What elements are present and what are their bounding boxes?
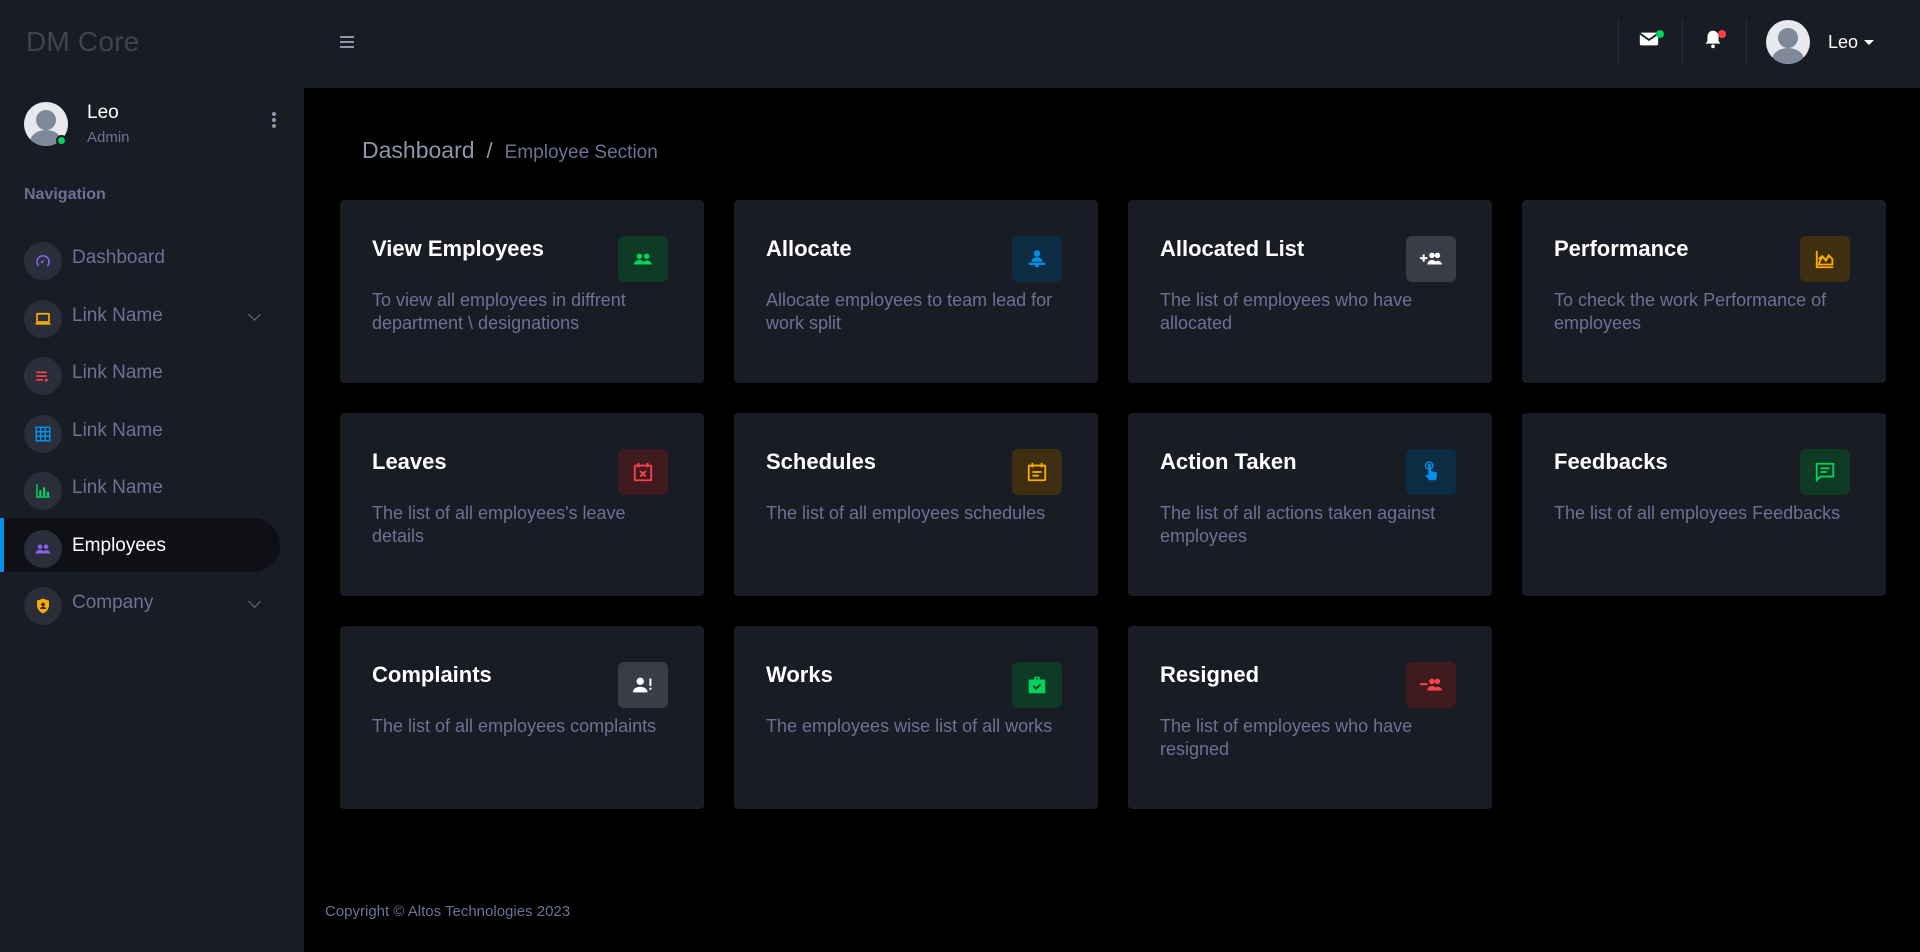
- card-title: Complaints: [372, 662, 492, 687]
- card-performance[interactable]: Performance To check the work Performanc…: [1522, 200, 1886, 383]
- chevron-down-icon: [248, 595, 261, 608]
- card-view-employees[interactable]: View Employees To view all employees in …: [340, 200, 704, 383]
- top-navbar: Leo: [304, 0, 1920, 88]
- sidebar-item-link-1[interactable]: Link Name: [0, 288, 280, 342]
- card-title: Schedules: [766, 449, 877, 474]
- mail-notification-dot: [1656, 30, 1664, 38]
- divider: [1682, 20, 1683, 66]
- card-allocated-list[interactable]: Allocated List The list of employees who…: [1128, 200, 1492, 383]
- sidebar-profile: Leo Admin: [24, 102, 280, 150]
- bell-notification-dot: [1718, 30, 1726, 38]
- users-icon: [24, 530, 62, 568]
- breadcrumb: Dashboard / Employee Section: [362, 137, 658, 164]
- card-title: Feedbacks: [1554, 449, 1668, 474]
- card-allocate[interactable]: Allocate Allocate employees to team lead…: [734, 200, 1098, 383]
- calendar-remove-icon: [618, 449, 668, 495]
- sidebar-item-label: Employees: [72, 535, 166, 556]
- active-indicator: [0, 518, 4, 572]
- card-title: Resigned: [1160, 662, 1260, 687]
- card-description: To check the work Performance of employe…: [1554, 290, 1827, 333]
- card-description: The list of employees who have allocated: [1160, 290, 1413, 333]
- sidebar-item-label: Company: [72, 592, 154, 613]
- card-description: The list of all employees complaints: [372, 716, 657, 736]
- sidebar-item-dashboard[interactable]: Dashboard: [0, 230, 280, 284]
- sidebar-item-link-3[interactable]: Link Name: [0, 403, 280, 457]
- caret-down-icon[interactable]: [1864, 40, 1874, 45]
- card-description: The list of all employees's leave detail…: [372, 503, 626, 546]
- card-title: Allocate: [766, 236, 852, 261]
- user-desk-icon: [1012, 236, 1062, 282]
- card-title: Allocated List: [1160, 236, 1305, 261]
- table-icon: [24, 415, 62, 453]
- sidebar-item-label: Dashboard: [72, 247, 165, 268]
- profile-name: Leo: [87, 102, 119, 123]
- card-action-taken[interactable]: Action Taken The list of all actions tak…: [1128, 413, 1492, 596]
- breadcrumb-separator: /: [486, 138, 493, 163]
- sidebar-item-link-4[interactable]: Link Name: [0, 460, 280, 514]
- card-description: The list of all employees Feedbacks: [1554, 503, 1841, 523]
- card-description: The list of all actions taken against em…: [1160, 503, 1436, 546]
- online-status-dot: [56, 135, 67, 146]
- card-leaves[interactable]: Leaves The list of all employees's leave…: [340, 413, 704, 596]
- laptop-icon: [24, 300, 62, 338]
- breadcrumb-home[interactable]: Dashboard: [362, 137, 475, 164]
- briefcase-check-icon: [1012, 662, 1062, 708]
- card-resigned[interactable]: Resigned The list of employees who have …: [1128, 626, 1492, 809]
- card-description: Allocate employees to team lead for work…: [766, 290, 1053, 333]
- card-title: View Employees: [372, 236, 545, 261]
- divider: [1746, 20, 1747, 66]
- card-feedbacks[interactable]: Feedbacks The list of all employees Feed…: [1522, 413, 1886, 596]
- speedometer-icon: [24, 242, 62, 280]
- playlist-icon: [24, 357, 62, 395]
- user-add-icon: [1406, 236, 1456, 282]
- chevron-down-icon: [248, 308, 261, 321]
- hand-pointer-icon: [1406, 449, 1456, 495]
- divider: [1618, 20, 1619, 66]
- user-avatar[interactable]: [1766, 20, 1810, 64]
- footer-copyright: Copyright © Altos Technologies 2023: [325, 903, 571, 920]
- brand-logo[interactable]: DM Core: [26, 26, 139, 58]
- sidebar-item-label: Link Name: [72, 477, 163, 498]
- sidebar-item-label: Link Name: [72, 362, 163, 383]
- sidebar: DM Core Leo Admin Navigation Dashboard L…: [0, 0, 304, 952]
- card-description: To view all employees in diffrent depart…: [372, 290, 626, 333]
- nav-heading: Navigation: [24, 186, 106, 203]
- sidebar-item-employees[interactable]: Employees: [0, 518, 280, 572]
- sidebar-item-label: Link Name: [72, 420, 163, 441]
- calendar-text-icon: [1012, 449, 1062, 495]
- card-schedules[interactable]: Schedules The list of all employees sche…: [734, 413, 1098, 596]
- profile-role: Admin: [87, 129, 130, 146]
- user-alert-icon: [618, 662, 668, 708]
- more-vertical-icon[interactable]: [265, 110, 283, 134]
- card-works[interactable]: Works The employees wise list of all wor…: [734, 626, 1098, 809]
- card-description: The list of employees who have resigned: [1160, 716, 1413, 759]
- card-complaints[interactable]: Complaints The list of all employees com…: [340, 626, 704, 809]
- card-title: Performance: [1554, 236, 1689, 261]
- card-description: The list of all employees schedules: [766, 503, 1046, 523]
- users-icon: [618, 236, 668, 282]
- card-title: Leaves: [372, 449, 447, 474]
- chart-area-icon: [1800, 236, 1850, 282]
- sidebar-item-link-2[interactable]: Link Name: [0, 345, 280, 399]
- card-title: Works: [766, 662, 833, 687]
- card-description: The employees wise list of all works: [766, 716, 1053, 736]
- sidebar-item-company[interactable]: Company: [0, 575, 280, 629]
- card-title: Action Taken: [1160, 449, 1297, 474]
- shield-icon: [24, 587, 62, 625]
- chart-bar-icon: [24, 472, 62, 510]
- message-text-icon: [1800, 449, 1850, 495]
- menu-toggle-icon[interactable]: [340, 36, 354, 48]
- user-remove-icon: [1406, 662, 1456, 708]
- user-menu-name[interactable]: Leo: [1828, 32, 1858, 53]
- breadcrumb-current: Employee Section: [504, 142, 658, 163]
- sidebar-item-label: Link Name: [72, 305, 163, 326]
